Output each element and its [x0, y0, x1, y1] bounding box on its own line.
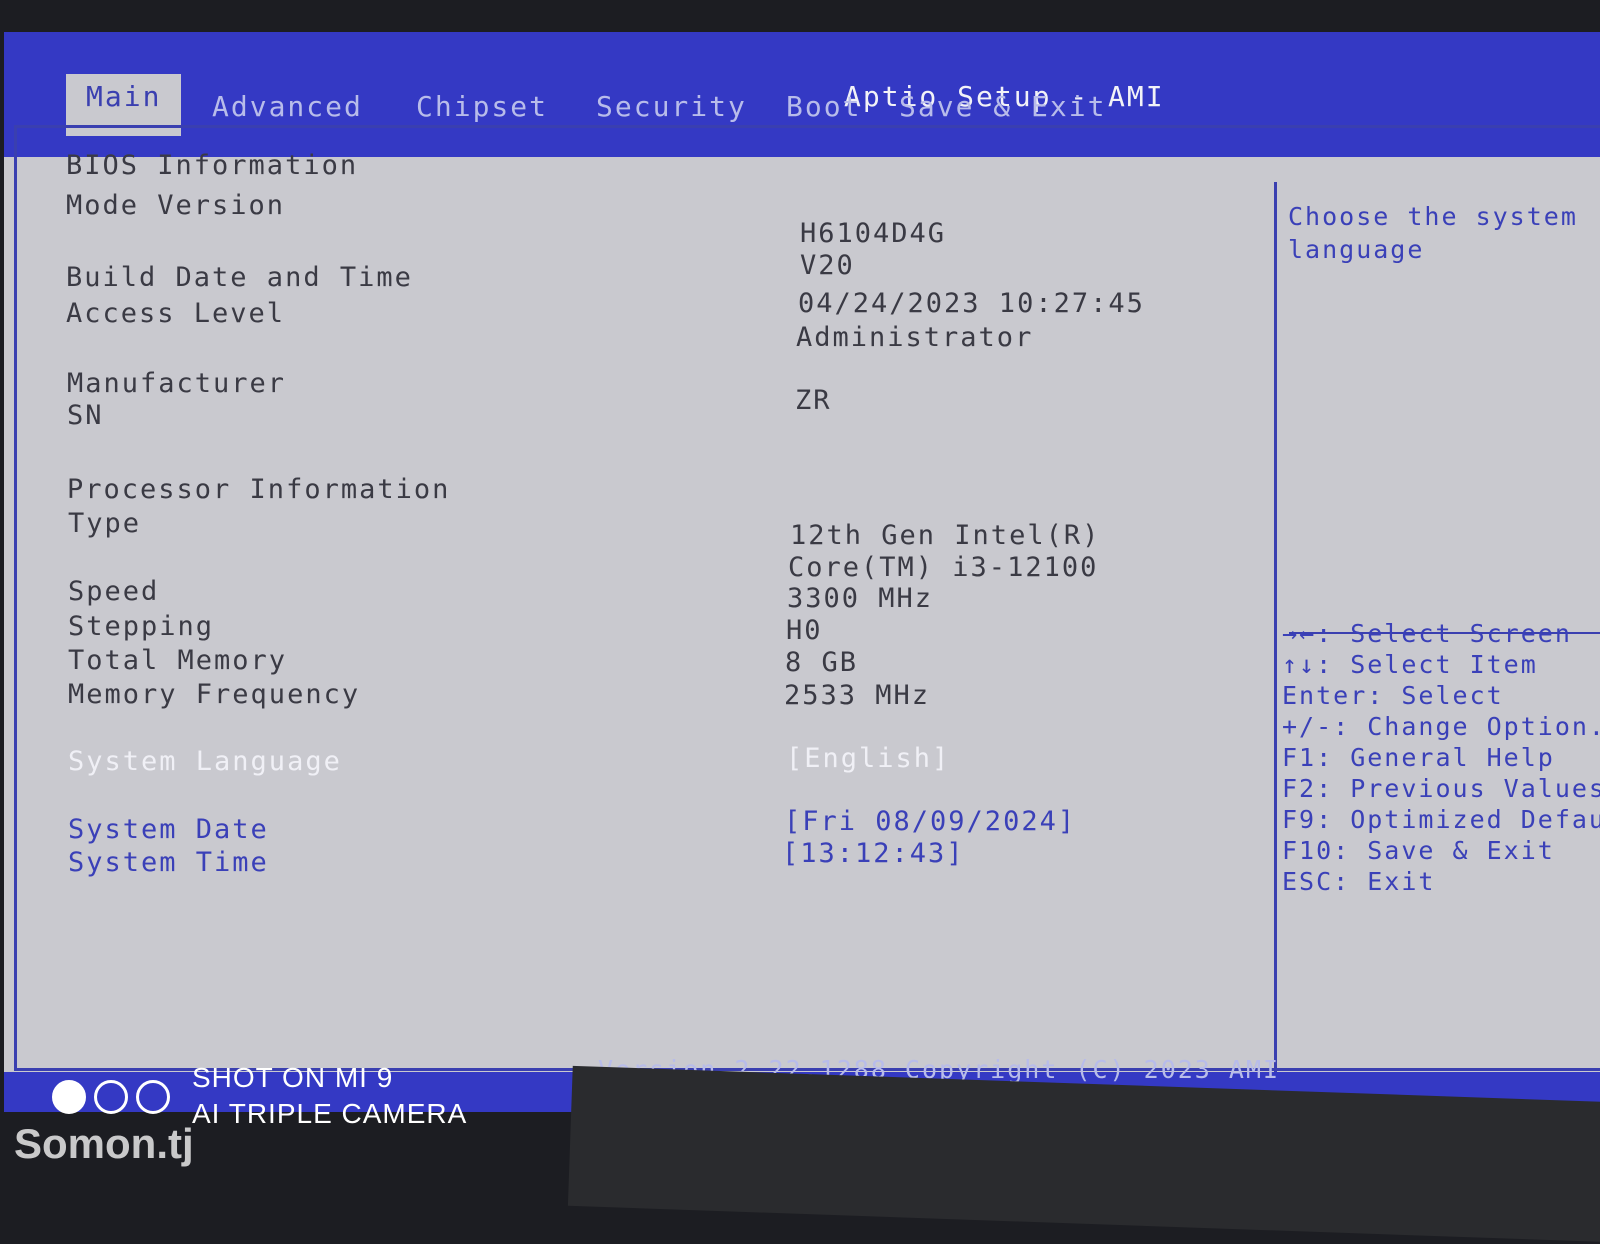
info-label: Mode Version — [66, 190, 286, 221]
info-label: Type — [68, 508, 142, 539]
key-hint: ESC: Exit — [1282, 867, 1436, 896]
tab-security[interactable]: Security — [596, 90, 747, 123]
info-label: SN — [67, 400, 104, 431]
camera-dot-icon — [52, 1080, 86, 1114]
info-value: 8 GB — [785, 647, 859, 678]
key-hint: ↑↓: Select Item — [1282, 650, 1538, 679]
key-hint: F9: Optimized Defaults — [1282, 805, 1600, 834]
bios-info-heading: BIOS Information — [66, 150, 359, 181]
key-hint: Enter: Select — [1282, 681, 1504, 710]
info-value: Core(TM) i3-12100 — [788, 552, 1099, 583]
info-label: Build Date and Time — [66, 262, 413, 293]
system-date-label[interactable]: System Date — [68, 814, 269, 845]
camera-dot-icon — [94, 1080, 128, 1114]
info-value: ZR — [795, 385, 832, 416]
info-label: Total Memory — [68, 645, 288, 676]
info-value: V20 — [800, 250, 855, 281]
pane-divider — [1274, 182, 1277, 1082]
key-legend: →←: Select Screen ↑↓: Select Item Enter:… — [1282, 618, 1600, 897]
system-time-value[interactable]: [13:12:43] — [782, 838, 965, 869]
watermark-line2: AI TRIPLE CAMERA — [192, 1098, 468, 1129]
system-language-label[interactable]: System Language — [68, 746, 342, 777]
info-value: Administrator — [796, 322, 1034, 353]
info-label: Manufacturer — [67, 368, 287, 399]
info-value: H6104D4G — [800, 218, 947, 249]
info-label: Stepping — [68, 611, 215, 642]
tab-advanced[interactable]: Advanced — [212, 90, 363, 123]
system-date-value[interactable]: [Fri 08/09/2024] — [784, 806, 1076, 837]
tab-save-exit[interactable]: Save & Exit — [899, 90, 1106, 123]
watermark-line1: SHOT ON MI 9 — [192, 1062, 394, 1093]
processor-info-heading: Processor Information — [67, 474, 451, 505]
camera-dot-icon — [136, 1080, 170, 1114]
key-hint: →←: Select Screen — [1282, 619, 1572, 648]
info-value: 2533 MHz — [784, 680, 931, 711]
key-hint: F1: General Help — [1282, 743, 1555, 772]
info-value: H0 — [786, 615, 823, 646]
system-time-label[interactable]: System Time — [68, 847, 269, 878]
key-hint: F2: Previous Values — [1282, 774, 1600, 803]
info-label: Speed — [68, 576, 160, 607]
tab-boot[interactable]: Boot — [786, 90, 861, 123]
info-label: Access Level — [66, 298, 286, 329]
info-value: 04/24/2023 10:27:45 — [798, 288, 1145, 319]
system-language-value[interactable]: [English] — [786, 743, 950, 774]
site-watermark: Somon.tj — [14, 1120, 194, 1167]
key-hint: F10: Save & Exit — [1282, 836, 1555, 865]
info-value: 12th Gen Intel(R) — [790, 520, 1101, 551]
info-value: 3300 MHz — [787, 583, 934, 614]
key-hint: +/-: Change Option. — [1282, 712, 1600, 741]
help-text: Choose the system language — [1288, 202, 1578, 264]
info-label: Memory Frequency — [68, 679, 361, 710]
tab-chipset[interactable]: Chipset — [416, 90, 548, 123]
